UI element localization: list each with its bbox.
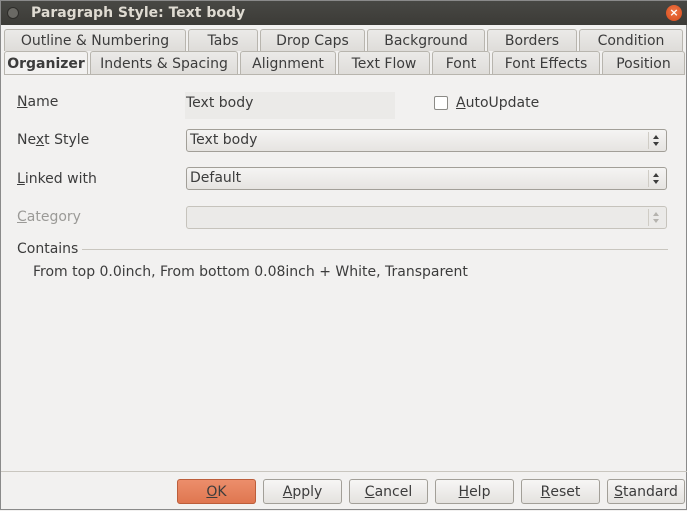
- tab-organizer[interactable]: Organizer: [4, 51, 88, 75]
- spin-arrows-icon: [648, 170, 662, 187]
- help-button[interactable]: Help: [435, 479, 514, 504]
- next-style-value: Text body: [190, 132, 258, 148]
- tab-borders[interactable]: Borders: [487, 29, 577, 51]
- cancel-button[interactable]: Cancel: [349, 479, 428, 504]
- standard-button[interactable]: Standard: [607, 479, 685, 504]
- tab-tabs[interactable]: Tabs: [188, 29, 258, 51]
- spin-arrows-icon: [648, 209, 662, 226]
- next-style-select[interactable]: Text body: [186, 129, 667, 152]
- category-select: [186, 206, 667, 229]
- linked-with-label: Linked with: [17, 171, 97, 187]
- tab-font[interactable]: Font: [432, 51, 490, 75]
- divider: [82, 248, 668, 250]
- tab-position[interactable]: Position: [602, 51, 685, 75]
- linked-with-select[interactable]: Default: [186, 167, 667, 190]
- tab-row-1: Outline & Numbering Tabs Drop Caps Backg…: [4, 29, 685, 51]
- close-icon[interactable]: ×: [666, 5, 682, 21]
- title-bar: Paragraph Style: Text body ×: [1, 1, 687, 25]
- contains-section-header: Contains: [17, 241, 668, 257]
- category-label: Category: [17, 209, 81, 225]
- apply-button[interactable]: Apply: [263, 479, 342, 504]
- tab-outline-numbering[interactable]: Outline & Numbering: [4, 29, 186, 51]
- checkbox-box[interactable]: [434, 96, 448, 110]
- name-field[interactable]: Text body: [185, 92, 395, 119]
- name-label: Name: [17, 94, 59, 110]
- linked-with-value: Default: [190, 170, 242, 186]
- spin-arrows-icon: [648, 132, 662, 149]
- tab-alignment[interactable]: Alignment: [240, 51, 336, 75]
- tab-row-2: Organizer Indents & Spacing Alignment Te…: [4, 51, 687, 75]
- tab-drop-caps[interactable]: Drop Caps: [260, 29, 365, 51]
- tab-indents-spacing[interactable]: Indents & Spacing: [90, 51, 238, 75]
- tab-text-flow[interactable]: Text Flow: [338, 51, 430, 75]
- tab-background[interactable]: Background: [367, 29, 485, 51]
- window-menu-icon[interactable]: [7, 7, 19, 19]
- autoupdate-label: AutoUpdate: [456, 95, 540, 111]
- reset-button[interactable]: Reset: [521, 479, 600, 504]
- dialog-window: Paragraph Style: Text body × Outline & N…: [0, 0, 687, 510]
- ok-button[interactable]: OK: [177, 479, 256, 504]
- contains-title: Contains: [17, 241, 79, 257]
- tab-condition[interactable]: Condition: [579, 29, 683, 51]
- autoupdate-checkbox[interactable]: AutoUpdate: [434, 95, 539, 111]
- window-title: Paragraph Style: Text body: [31, 5, 246, 21]
- contains-description: From top 0.0inch, From bottom 0.08inch +…: [33, 264, 468, 280]
- next-style-label: Next Style: [17, 132, 90, 148]
- tab-font-effects[interactable]: Font Effects: [492, 51, 600, 75]
